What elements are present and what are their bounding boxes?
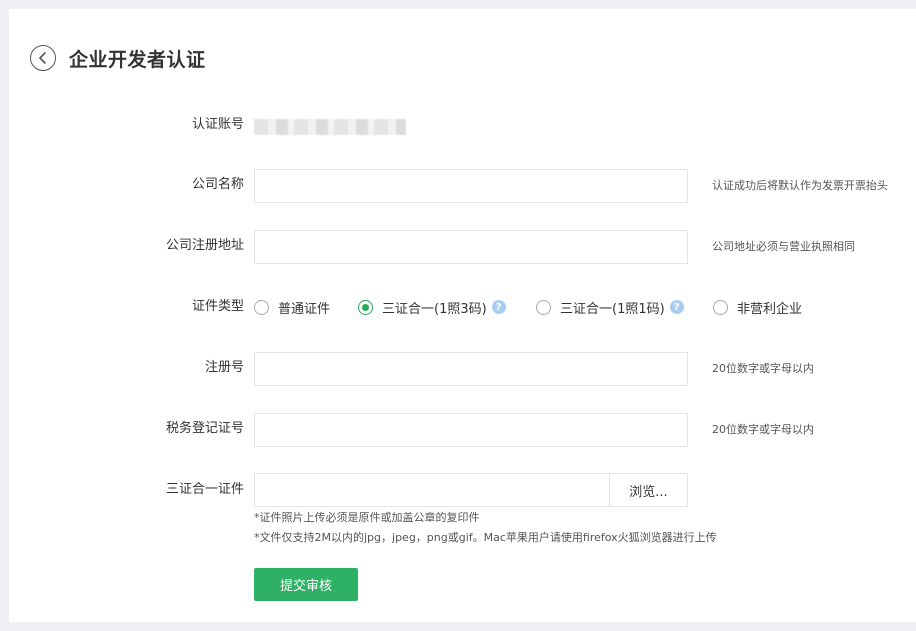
company-name-input[interactable]	[254, 169, 688, 203]
tax-number-hint: 20位数字或字母以内	[712, 423, 814, 436]
certificate-label: 三证合一证件	[165, 482, 244, 497]
cert-type-label: 证件类型	[191, 299, 244, 314]
chevron-left-icon	[39, 52, 46, 64]
question-icon[interactable]: ?	[491, 300, 506, 314]
reg-number-label: 注册号	[204, 360, 244, 375]
account-label: 认证账号	[191, 117, 244, 132]
radio-circle-checked[interactable]	[358, 299, 373, 315]
certificate-note-2: *文件仅支持2M以内的jpg，jpeg，png或gif。Mac苹果用户请使用fi…	[254, 531, 717, 544]
certificate-file-input: 浏览...	[254, 473, 688, 507]
company-address-hint: 公司地址必须与营业执照相同	[712, 240, 855, 253]
question-icon[interactable]: ?	[669, 300, 684, 314]
radio-option-regular[interactable]: 普通证件	[254, 298, 358, 317]
radio-circle[interactable]	[536, 299, 551, 315]
radio-option-nonprofit[interactable]: 非营利企业	[713, 298, 802, 317]
radio-label: 三证合一(1照1码)	[560, 301, 665, 317]
radio-option-3in1-3code[interactable]: 三证合一(1照3码) ?	[358, 298, 536, 317]
radio-label: 普通证件	[278, 301, 331, 317]
page-title: 企业开发者认证	[69, 48, 206, 71]
company-name-label: 公司名称	[191, 177, 244, 192]
main-panel: 企业开发者认证 认证账号 公司名称 认证成功后将默认作为发票开票抬头 公司注册地…	[9, 9, 916, 622]
radio-label: 非营利企业	[737, 301, 803, 317]
back-button[interactable]	[30, 45, 56, 71]
company-address-input[interactable]	[254, 230, 688, 264]
certificate-note-1: *证件照片上传必须是原件或加盖公章的复印件	[254, 511, 480, 524]
radio-circle[interactable]	[713, 299, 728, 315]
account-value	[254, 119, 406, 135]
submit-button[interactable]: 提交审核	[254, 568, 358, 601]
company-name-hint: 认证成功后将默认作为发票开票抬头	[712, 179, 888, 192]
reg-number-hint: 20位数字或字母以内	[712, 362, 814, 375]
certificate-file-path[interactable]	[255, 474, 609, 506]
radio-option-3in1-1code[interactable]: 三证合一(1照1码) ?	[536, 298, 713, 317]
tax-number-label: 税务登记证号	[165, 421, 244, 436]
reg-number-input[interactable]	[254, 352, 688, 386]
radio-label: 三证合一(1照3码)	[382, 301, 487, 317]
browse-button[interactable]: 浏览...	[609, 474, 687, 506]
company-address-label: 公司注册地址	[165, 238, 244, 253]
tax-number-input[interactable]	[254, 413, 688, 447]
radio-circle[interactable]	[254, 299, 269, 315]
page-header: 企业开发者认证	[30, 44, 206, 72]
cert-type-radio-group: 普通证件 三证合一(1照3码) ? 三证合一(1照1码) ? 非营利企业	[254, 298, 802, 317]
